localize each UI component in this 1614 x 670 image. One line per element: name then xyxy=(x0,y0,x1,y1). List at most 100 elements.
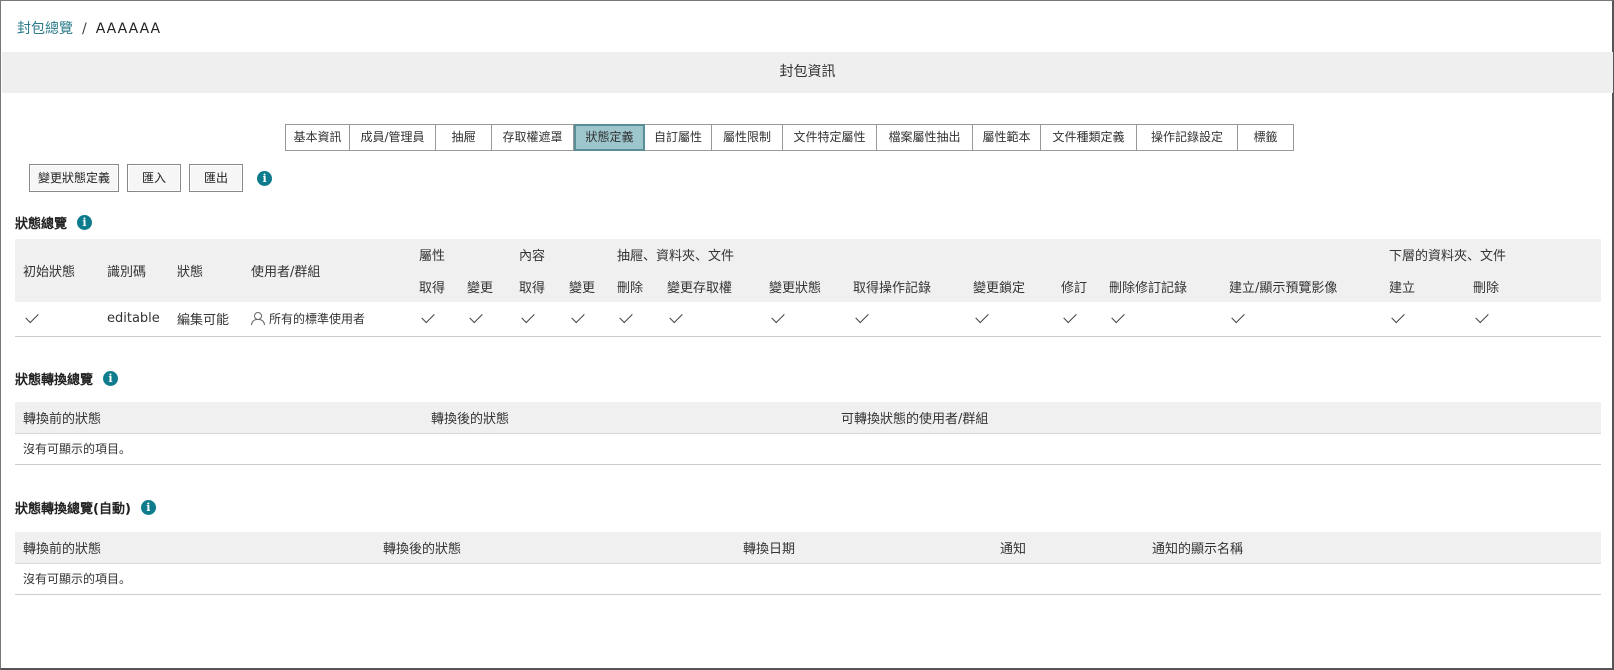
check-icon xyxy=(25,310,39,324)
header-perm-delete: 刪除 xyxy=(1465,270,1601,302)
perm-cell xyxy=(761,302,845,337)
header-state: 狀態 xyxy=(169,239,243,302)
perm-cell xyxy=(1221,302,1381,337)
tab-operation-log-settings[interactable]: 操作記錄設定 xyxy=(1137,124,1238,151)
identifier-cell: editable xyxy=(99,302,169,337)
perm-cell xyxy=(1465,302,1601,337)
tab-custom-attributes[interactable]: 自訂屬性 xyxy=(645,124,712,151)
transition-overview-table: 轉換前的狀態 轉換後的狀態 可轉換狀態的使用者/群組 沒有可顯示的項目。 xyxy=(15,402,1601,465)
info-bar: 封包資訊 xyxy=(2,52,1613,93)
tab-file-attribute-extraction[interactable]: 檔案屬性抽出 xyxy=(877,124,973,151)
tab-tags[interactable]: 標籤 xyxy=(1238,124,1294,151)
transition-overview-title: 狀態轉換總覽 xyxy=(15,373,94,388)
header-perm-preview: 建立/顯示預覽影像 xyxy=(1221,270,1381,302)
perm-cell xyxy=(659,302,761,337)
header-perm-change-lock: 變更鎖定 xyxy=(965,270,1053,302)
action-toolbar: 變更狀態定義 匯入 匯出 i xyxy=(29,164,273,192)
state-overview-table: 初始狀態 識別碼 狀態 使用者/群組 屬性 內容 抽屜、資料夾、文件 下層的資料… xyxy=(15,239,1601,337)
check-icon xyxy=(975,310,989,324)
app-frame: 封包總覽 / AAAAAA 封包資訊 基本資訊 成員/管理員 抽屜 存取權遮罩 狀態… xyxy=(0,0,1614,670)
check-icon xyxy=(571,310,585,324)
tab-document-specific-attributes[interactable]: 文件特定屬性 xyxy=(783,124,877,151)
breadcrumb: 封包總覽 / AAAAAA xyxy=(17,18,161,38)
check-icon xyxy=(421,310,435,324)
check-icon xyxy=(1111,310,1125,324)
tab-attribute-restriction[interactable]: 屬性限制 xyxy=(712,124,783,151)
state-cell: 編集可能 xyxy=(169,302,243,337)
header-initial-state: 初始狀態 xyxy=(15,239,99,302)
perm-cell xyxy=(561,302,609,337)
header-notify: 通知 xyxy=(992,532,1144,564)
tab-document-type-definition[interactable]: 文件種類定義 xyxy=(1041,124,1137,151)
perm-cell xyxy=(511,302,561,337)
header-users-groups: 使用者/群組 xyxy=(243,239,411,302)
initial-state-cell xyxy=(15,302,99,337)
breadcrumb-separator: / xyxy=(82,21,87,37)
import-button[interactable]: 匯入 xyxy=(127,164,182,192)
perm-cell xyxy=(1381,302,1465,337)
info-icon[interactable]: i xyxy=(103,371,119,386)
check-icon xyxy=(1391,310,1405,324)
header-perm-change-access: 變更存取權 xyxy=(659,270,761,302)
header-perm-change: 變更 xyxy=(459,270,511,302)
empty-message: 沒有可顯示的項目。 xyxy=(15,563,1601,595)
header-transition-date: 轉換日期 xyxy=(735,532,992,564)
export-button[interactable]: 匯出 xyxy=(189,164,244,192)
state-overview-heading: 狀態總覽 i xyxy=(15,213,93,232)
header-group-lower-level: 下層的資料夾、文件 xyxy=(1381,239,1601,270)
user-group-icon xyxy=(251,312,265,326)
header-identifier: 識別碼 xyxy=(99,239,169,302)
info-icon[interactable]: i xyxy=(77,215,93,230)
check-icon xyxy=(771,310,785,324)
header-perm-create: 建立 xyxy=(1381,270,1465,302)
check-icon xyxy=(619,310,633,324)
header-group-content: 內容 xyxy=(511,239,609,270)
empty-row: 沒有可顯示的項目。 xyxy=(15,563,1601,595)
check-icon xyxy=(1063,310,1077,324)
header-perm-delete: 刪除 xyxy=(609,270,659,302)
breadcrumb-current: AAAAAA xyxy=(95,21,162,37)
header-group-drawer: 抽屜、資料夾、文件 xyxy=(609,239,1381,270)
tab-attribute-template[interactable]: 屬性範本 xyxy=(973,124,1041,151)
auto-transition-overview-title: 狀態轉換總覽(自動) xyxy=(15,502,131,517)
tab-members[interactable]: 成員/管理員 xyxy=(350,124,436,151)
perm-cell xyxy=(1053,302,1101,337)
check-icon xyxy=(1231,310,1245,324)
header-notify-name: 通知的顯示名稱 xyxy=(1144,532,1601,564)
tab-drawer[interactable]: 抽屜 xyxy=(436,124,492,151)
info-icon[interactable]: i xyxy=(257,170,273,186)
perm-cell xyxy=(609,302,659,337)
check-icon xyxy=(469,310,483,324)
check-icon xyxy=(669,310,683,324)
check-icon xyxy=(1475,310,1489,324)
header-perm-get: 取得 xyxy=(411,270,459,302)
info-icon[interactable]: i xyxy=(140,500,156,515)
users-label: 所有的標準使用者 xyxy=(269,312,366,327)
change-state-definition-button[interactable]: 變更狀態定義 xyxy=(29,164,120,192)
tab-access-mask[interactable]: 存取權遮罩 xyxy=(492,124,574,151)
auto-transition-overview-table: 轉換前的狀態 轉換後的狀態 轉換日期 通知 通知的顯示名稱 沒有可顯示的項目。 xyxy=(15,532,1601,595)
users-cell: 所有的標準使用者 xyxy=(243,302,411,337)
state-overview-title: 狀態總覽 xyxy=(15,217,68,232)
perm-cell xyxy=(411,302,459,337)
tab-bar: 基本資訊 成員/管理員 抽屜 存取權遮罩 狀態定義 自訂屬性 屬性限制 文件特定… xyxy=(285,124,1294,151)
perm-cell xyxy=(1101,302,1221,337)
header-transition-users: 可轉換狀態的使用者/群組 xyxy=(833,402,1601,434)
tab-state-definition[interactable]: 狀態定義 xyxy=(574,124,645,151)
empty-message: 沒有可顯示的項目。 xyxy=(15,433,1601,465)
header-perm-delete-revision: 刪除修訂記錄 xyxy=(1101,270,1221,302)
header-to-state: 轉換後的狀態 xyxy=(423,402,833,434)
header-perm-change: 變更 xyxy=(561,270,609,302)
header-group-attribute: 屬性 xyxy=(411,239,511,270)
check-icon xyxy=(521,310,535,324)
header-perm-get-log: 取得操作記錄 xyxy=(845,270,965,302)
tab-basic-info[interactable]: 基本資訊 xyxy=(286,124,350,151)
auto-transition-overview-heading: 狀態轉換總覽(自動) i xyxy=(15,498,156,517)
header-perm-change-state: 變更狀態 xyxy=(761,270,845,302)
breadcrumb-parent-link[interactable]: 封包總覽 xyxy=(17,21,73,37)
header-from-state: 轉換前的狀態 xyxy=(15,532,375,564)
transition-overview-heading: 狀態轉換總覽 i xyxy=(15,369,119,388)
header-perm-get: 取得 xyxy=(511,270,561,302)
table-row: editable 編集可能 所有的標準使用者 xyxy=(15,302,1601,337)
info-bar-title: 封包資訊 xyxy=(779,64,836,80)
